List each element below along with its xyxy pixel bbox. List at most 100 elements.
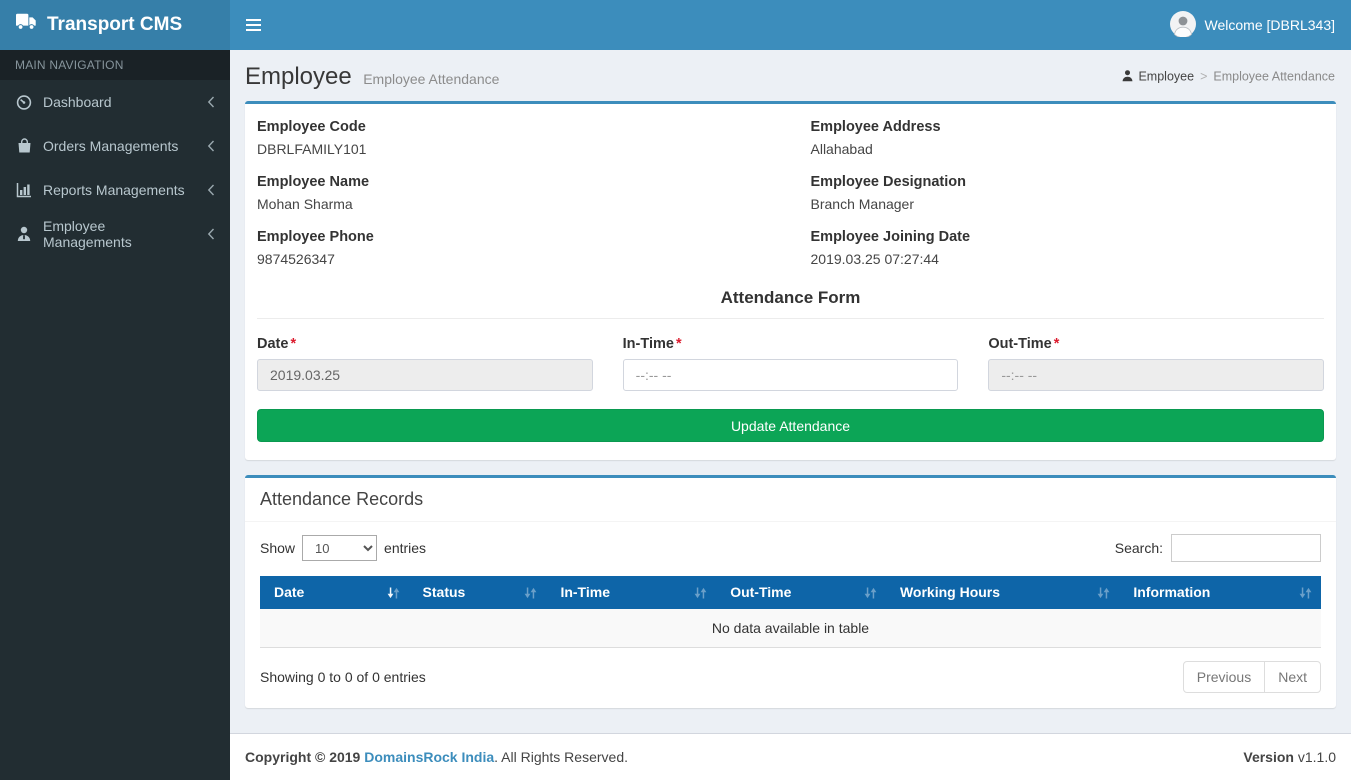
search-input[interactable] — [1171, 534, 1321, 562]
employee-code-field: Employee Code DBRLFAMILY101 — [257, 119, 771, 157]
field-value: Allahabad — [810, 141, 873, 157]
employee-address-field: Employee Address Allahabad — [811, 119, 1325, 157]
user-menu[interactable]: Welcome [DBRL343] — [1169, 10, 1351, 40]
field-label: Employee Joining Date — [810, 229, 971, 245]
required-marker: * — [675, 336, 682, 352]
entries-label: entries — [384, 540, 427, 556]
table-summary: Showing 0 to 0 of 0 entries — [260, 669, 426, 685]
page-length-control: Show 10 entries — [260, 535, 426, 561]
page-footer: Copyright © 2019 DomainsRock India. All … — [230, 733, 1351, 780]
brand-logo[interactable]: Transport CMS — [0, 0, 230, 50]
avatar — [1169, 10, 1196, 40]
attendance-form-title: Attendance Form — [720, 288, 861, 307]
field-label: Employee Name — [257, 174, 370, 190]
chevron-left-icon — [207, 96, 215, 108]
previous-page-button[interactable]: Previous — [1182, 661, 1266, 693]
breadcrumb-root-label: Employee — [1138, 69, 1195, 84]
top-navbar: Welcome [DBRL343] — [230, 0, 1351, 50]
column-header-date[interactable]: Date — [260, 576, 409, 609]
brand-title: Transport CMS — [47, 14, 183, 35]
pagination: Previous Next — [1182, 661, 1321, 693]
in-time-field-group: In-Time * — [622, 336, 959, 391]
sidebar-toggle-button[interactable] — [230, 0, 276, 50]
column-header-out-time[interactable]: Out-Time — [716, 576, 886, 609]
page-length-select[interactable]: 10 — [302, 535, 378, 561]
content: Employee Employee Attendance Employee > — [230, 50, 1351, 733]
sidebar-section-label: MAIN NAVIGATION — [0, 50, 230, 80]
search-control: Search: — [1115, 534, 1321, 562]
orders-icon — [15, 138, 33, 154]
out-time-input[interactable] — [988, 359, 1324, 391]
version-label: Version — [1243, 749, 1294, 765]
sidebar-item-label: Employee Managements — [43, 218, 132, 250]
employee-attendance-panel: Employee Code DBRLFAMILY101 Employee Nam… — [245, 101, 1336, 460]
date-label: Date * — [257, 336, 297, 352]
attendance-records-panel: Attendance Records Show 10 entries Searc… — [245, 475, 1336, 708]
attendance-form: Date* In-Time* Out-Time* — [257, 336, 1324, 391]
next-page-button[interactable]: Next — [1264, 661, 1321, 693]
sidebar-item-label: Dashboard — [43, 94, 112, 110]
column-header-information[interactable]: Information — [1119, 576, 1321, 609]
column-header-working-hours[interactable]: Working Hours — [885, 576, 1120, 609]
page-subtitle: Employee Attendance — [363, 71, 500, 87]
employee-designation-field: Employee Designation Branch Manager — [811, 174, 1325, 212]
version-value: v1.1.0 — [1297, 749, 1336, 765]
date-field-group: Date * — [257, 336, 593, 391]
breadcrumb-separator: > — [1200, 69, 1208, 84]
employee-icon — [15, 226, 33, 242]
column-header-status[interactable]: Status — [408, 576, 547, 609]
attendance-table: Date Status In-Time Out-Time Working Hou… — [260, 576, 1321, 648]
required-marker: * — [290, 336, 297, 352]
date-input[interactable] — [257, 359, 593, 391]
employee-joining-date-field: Employee Joining Date 2019.03.25 07:27:4… — [811, 229, 1325, 267]
out-time-label: Out-Time * — [988, 336, 1060, 352]
in-time-input[interactable] — [622, 359, 959, 391]
truck-icon — [16, 13, 38, 37]
field-label: Employee Address — [810, 119, 941, 135]
table-controls: Show 10 entries Search: — [260, 534, 1321, 562]
divider — [257, 318, 1324, 319]
chevron-left-icon — [207, 228, 215, 240]
chevron-left-icon — [207, 184, 215, 196]
sidebar-item-label: Reports Managements — [43, 182, 185, 198]
breadcrumb-current: Employee Attendance — [1213, 69, 1335, 84]
main-area: Welcome [DBRL343] Employee Employee Atte… — [230, 0, 1351, 780]
required-marker: * — [1053, 336, 1060, 352]
sidebar-item-dashboard[interactable]: Dashboard — [0, 80, 230, 124]
hamburger-icon — [245, 19, 261, 31]
search-label: Search: — [1114, 540, 1163, 556]
copyright: Copyright © 2019 DomainsRock India. All … — [245, 749, 628, 765]
field-label: Employee Code — [257, 119, 366, 135]
sidebar-item-reports[interactable]: Reports Managements — [0, 168, 230, 212]
sort-icon — [1097, 587, 1110, 598]
table-footer: Showing 0 to 0 of 0 entries Previous Nex… — [260, 661, 1321, 693]
sidebar-item-orders[interactable]: Orders Managements — [0, 124, 230, 168]
field-value: Branch Manager — [810, 196, 915, 212]
reports-icon — [15, 182, 33, 198]
empty-row: No data available in table — [260, 609, 1321, 648]
welcome-label: Welcome [DBRL343] — [1204, 17, 1335, 33]
employee-phone-field: Employee Phone 9874526347 — [257, 229, 771, 267]
breadcrumb: Employee > Employee Attendance — [1122, 69, 1335, 84]
sidebar-item-label: Orders Managements — [43, 138, 179, 154]
table-header-row: Date Status In-Time Out-Time Working Hou… — [260, 576, 1321, 609]
field-value: 9874526347 — [257, 251, 335, 267]
content-header: Employee Employee Attendance Employee > — [230, 50, 1351, 101]
sort-icon — [694, 587, 707, 598]
company-link[interactable]: DomainsRock India — [364, 749, 494, 765]
sort-icon — [525, 587, 537, 598]
employee-info-grid: Employee Code DBRLFAMILY101 Employee Nam… — [257, 119, 1324, 284]
sidebar: Transport CMS MAIN NAVIGATION Dashboard — [0, 0, 230, 780]
out-time-field-group: Out-Time * — [988, 336, 1324, 391]
in-time-label: In-Time * — [622, 336, 682, 352]
breadcrumb-employee-link[interactable]: Employee — [1122, 69, 1194, 84]
sidebar-item-employee[interactable]: Employee Managements — [0, 212, 230, 256]
update-attendance-button[interactable]: Update Attendance — [257, 409, 1324, 442]
app-window: Transport CMS MAIN NAVIGATION Dashboard — [0, 0, 1351, 780]
empty-message: No data available in table — [260, 609, 1321, 648]
field-value: DBRLFAMILY101 — [257, 141, 367, 157]
employee-name-field: Employee Name Mohan Sharma — [257, 174, 771, 212]
copyright-prefix: Copyright © 2019 — [245, 749, 361, 765]
chevron-left-icon — [207, 140, 215, 152]
column-header-in-time[interactable]: In-Time — [546, 576, 717, 609]
